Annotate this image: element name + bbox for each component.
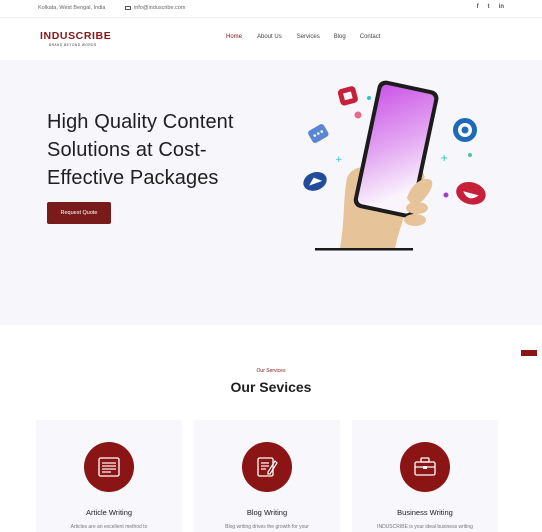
bubble-navy-left	[303, 172, 327, 191]
logo-tagline: BRAND BEYOND WORDS	[49, 43, 97, 47]
bubble-blue-right	[453, 118, 477, 142]
article-icon-circle	[84, 442, 134, 492]
nav-about[interactable]: About Us	[257, 34, 282, 40]
card-desc: Blog writing drives the growth for your	[225, 524, 309, 530]
email-link[interactable]: info@induscribe.com	[125, 5, 185, 11]
side-tab[interactable]	[521, 350, 537, 356]
bubble-blue-top	[308, 124, 329, 144]
linkedin-icon[interactable]: in	[499, 4, 504, 10]
briefcase-icon	[414, 457, 436, 476]
card-desc: INDUSCRIBE is your ideal business writin…	[377, 524, 473, 530]
mail-icon	[125, 5, 131, 11]
nav-blog[interactable]: Blog	[334, 34, 346, 40]
card-title: Blog Writing	[246, 508, 288, 517]
social-links: f t in	[477, 4, 504, 10]
svg-text:+: +	[440, 153, 448, 164]
nav-contact[interactable]: Contact	[360, 34, 381, 40]
card-title: Business Writing	[397, 508, 453, 517]
card-desc: Articles are an excellent method to	[70, 524, 148, 530]
dot-cyan	[367, 96, 371, 100]
logo[interactable]: INDUSCRIBE BRAND BEYOND WORDS	[40, 30, 111, 47]
blog-icon-circle	[242, 442, 292, 492]
bubble-red-top	[337, 86, 358, 106]
services-header: Our Services Our Sevices	[0, 368, 542, 395]
services-heading: Our Sevices	[230, 379, 312, 395]
hero-section: High Quality Content Solutions at Cost-E…	[0, 60, 542, 325]
service-card-blog[interactable]: Blog Writing Blog writing drives the gro…	[194, 420, 340, 532]
card-title: Article Writing	[85, 508, 133, 517]
dot-pink	[354, 111, 362, 119]
hero-illustration: + +	[303, 80, 486, 251]
service-card-business[interactable]: Business Writing INDUSCRIBE is your idea…	[352, 420, 498, 532]
svg-text:+: +	[335, 155, 343, 165]
hero-title: High Quality Content Solutions at Cost-E…	[47, 111, 234, 189]
request-quote-button[interactable]: Request Quote	[47, 202, 111, 224]
site-header: INDUSCRIBE BRAND BEYOND WORDS Home About…	[0, 18, 542, 60]
dot-green	[468, 153, 472, 157]
top-bar: Kolkata, West Bengal, India info@induscr…	[0, 0, 542, 18]
logo-text: INDUSCRIBE	[40, 30, 112, 42]
stand-line	[315, 248, 413, 251]
nav-home[interactable]: Home	[226, 34, 242, 40]
location-text: Kolkata, West Bengal, India	[38, 5, 106, 11]
blog-icon	[257, 457, 278, 477]
service-card-article[interactable]: Article Writing Articles are an excellen…	[36, 420, 182, 532]
main-nav: Home About Us Services Blog Contact	[226, 34, 380, 40]
nav-services[interactable]: Services	[297, 34, 320, 40]
twitter-icon[interactable]: t	[488, 4, 490, 10]
facebook-icon[interactable]: f	[477, 4, 479, 10]
services-eyebrow: Our Services	[256, 368, 286, 374]
briefcase-icon-circle	[400, 442, 450, 492]
email-text: info@induscribe.com	[134, 5, 186, 11]
bubble-red-right	[456, 181, 486, 205]
dot-purple	[443, 192, 449, 198]
article-icon	[98, 457, 120, 477]
